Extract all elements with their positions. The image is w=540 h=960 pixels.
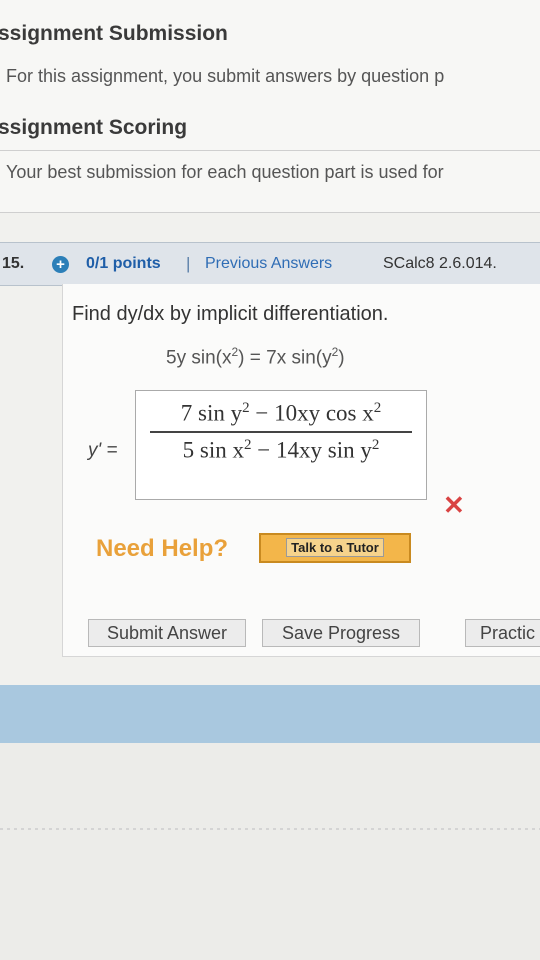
scoring-text: Your best submission for each question p… [6,162,444,182]
need-help-label: Need Help? [96,535,229,562]
points-link[interactable]: 0/1 points [86,255,161,273]
save-progress-button[interactable]: Save Progress [262,619,420,647]
tutor-button-label: Talk to a Tutor [286,538,384,557]
num-term-b-exp: 2 [373,400,382,416]
section-divider [0,212,540,213]
num-term-a: 7 sin y [180,400,243,426]
assignment-info: ssignment Submission For this assignment… [0,0,540,212]
den-term-b-exp: 2 [371,436,380,453]
scoring-heading: ssignment Scoring [0,116,188,139]
talk-to-tutor-button[interactable]: Talk to a Tutor [259,533,411,563]
page-background-lower [0,743,540,960]
question-equation: 5y sin(x2) = 7x sin(y2) [166,345,345,369]
answer-label: y' = [88,440,118,461]
question-header: 15. + 0/1 points | Previous Answers SCal… [0,242,540,286]
question-reference: SCalc8 2.6.014. [383,255,497,272]
separator: | [186,254,191,273]
fraction-bar [150,430,412,433]
den-term-a-exp: 2 [244,436,252,453]
incorrect-x-icon: ✕ [443,490,465,520]
eq-mid: ) = 7x sin(y [238,347,332,369]
den-term-b: − 14xy sin y [251,437,372,463]
answer-fraction: 7 sin y2 − 10xy cos x2 5 sin x2 − 14xy s… [150,400,412,463]
footer-band [0,685,540,743]
submit-answer-button[interactable]: Submit Answer [88,619,246,647]
expand-plus-icon[interactable]: + [52,256,69,273]
fraction-denominator: 5 sin x2 − 14xy sin y2 [150,437,412,464]
submission-text: For this assignment, you submit answers … [6,66,445,86]
submission-heading: ssignment Submission [0,22,228,45]
section-divider [0,150,540,151]
question-instruction: Find dy/dx by implicit differentiation. [72,303,389,325]
eq-left: 5y sin(x [166,347,232,369]
practice-button[interactable]: Practic [465,619,540,647]
previous-answers-link[interactable]: Previous Answers [205,255,332,273]
num-term-a-exp: 2 [242,400,250,416]
num-term-b: − 10xy cos x [249,400,374,426]
fraction-numerator: 7 sin y2 − 10xy cos x2 [150,400,412,427]
den-term-a: 5 sin x [182,437,245,463]
dotted-divider [0,828,540,830]
question-number: 15. [2,255,25,272]
eq-end: ) [338,347,345,369]
